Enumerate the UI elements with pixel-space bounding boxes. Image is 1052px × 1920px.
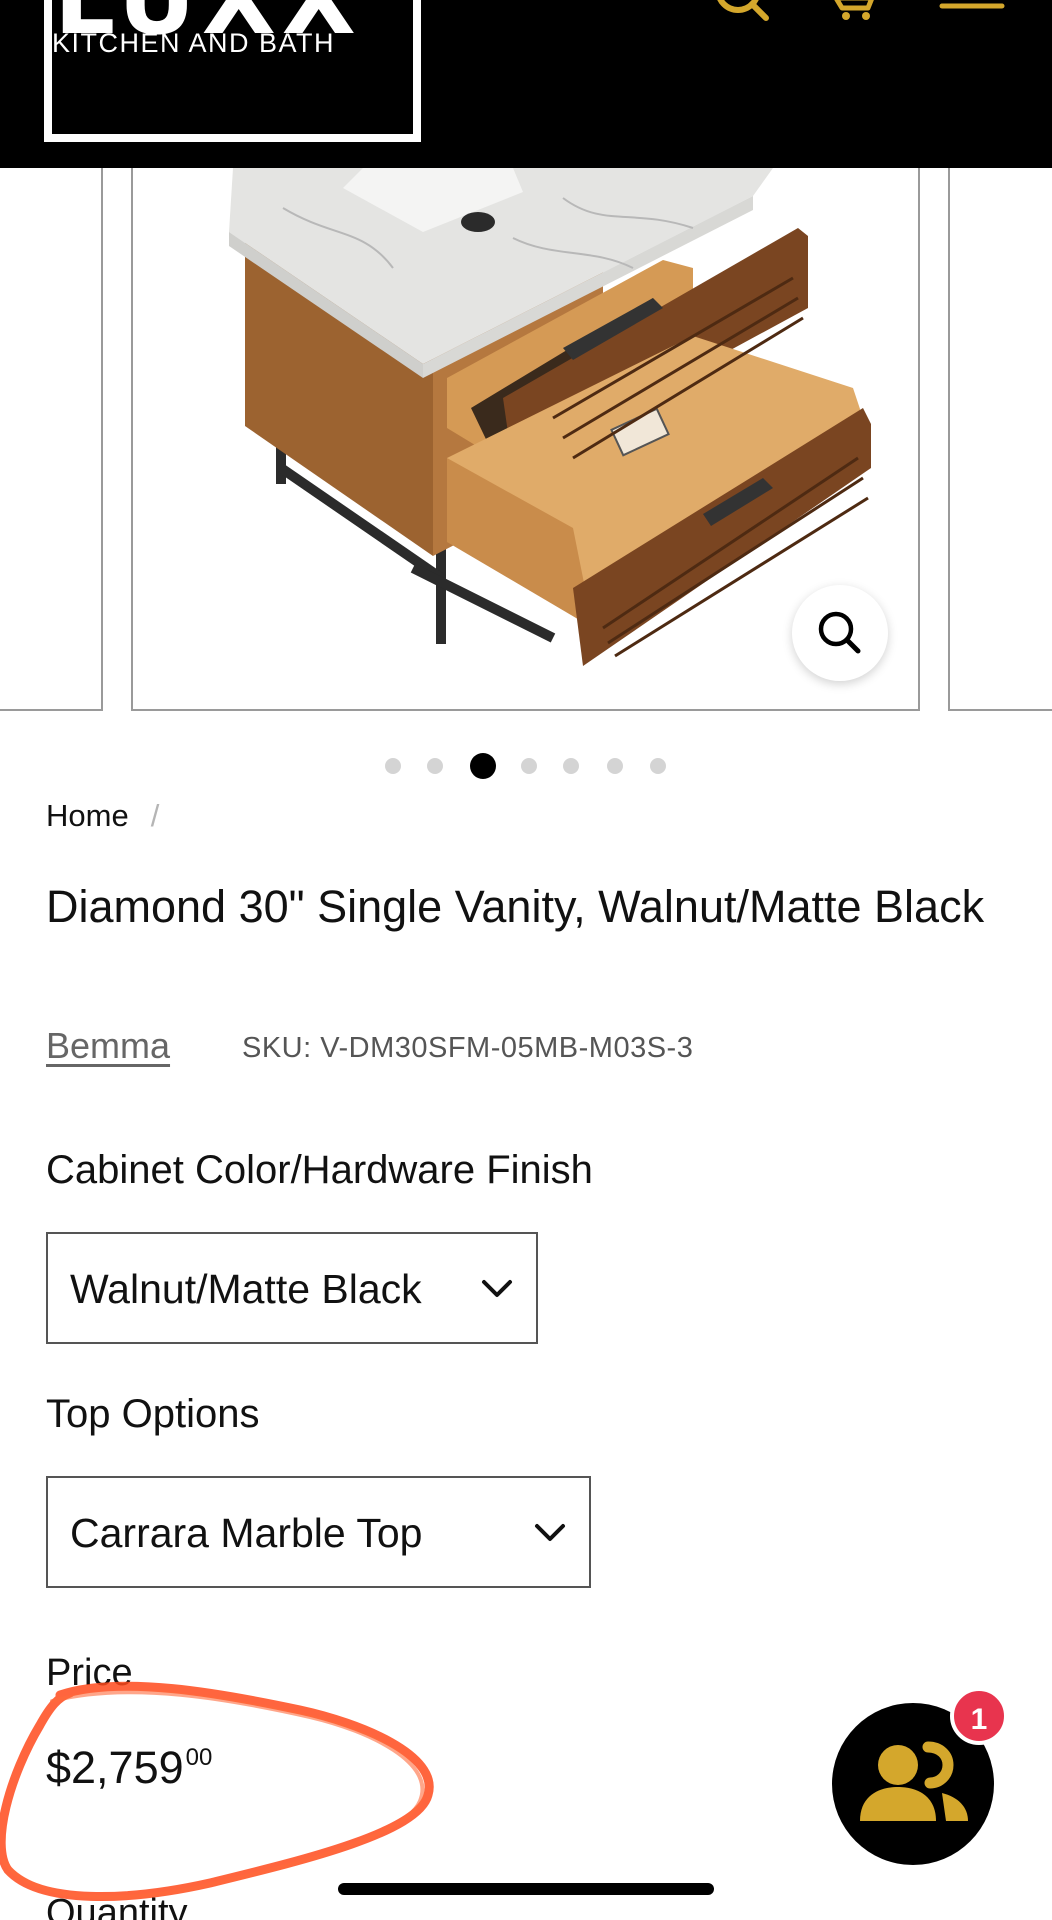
product-price: $2,75900 (46, 1742, 212, 1794)
gallery-dot[interactable] (607, 758, 623, 774)
price-cents: 00 (185, 1744, 213, 1771)
breadcrumb: Home / (46, 798, 159, 834)
chevron-down-icon (535, 1524, 565, 1541)
search-icon[interactable] (708, 0, 778, 24)
gallery-next-slide[interactable] (948, 168, 1052, 711)
price-label: Price (46, 1652, 133, 1694)
gallery-dot[interactable] (427, 758, 443, 774)
cabinet-option-label: Cabinet Color/Hardware Finish (46, 1148, 593, 1192)
gallery-dot[interactable] (650, 758, 666, 774)
product-title: Diamond 30" Single Vanity, Walnut/Matte … (46, 881, 985, 932)
gallery-dot-active[interactable] (470, 753, 496, 779)
cabinet-option-select[interactable]: Walnut/Matte Black (46, 1232, 538, 1344)
gallery-pagination (0, 752, 1052, 779)
top-option-value: Carrara Marble Top (70, 1510, 423, 1556)
price-main: $2,759 (46, 1742, 184, 1793)
breadcrumb-separator: / (150, 798, 160, 833)
gallery-dot[interactable] (385, 758, 401, 774)
product-sku: SKU: V-DM30SFM-05MB-M03S-3 (242, 1032, 694, 1064)
chat-notification-badge: 1 (950, 1687, 1008, 1745)
store-logo[interactable]: LUXX KITCHEN AND BATH (44, 0, 421, 142)
top-option-select[interactable]: Carrara Marble Top (46, 1476, 591, 1588)
home-indicator[interactable] (338, 1883, 714, 1895)
breadcrumb-home-link[interactable]: Home (46, 798, 129, 833)
chevron-down-icon (482, 1280, 512, 1297)
site-header: LUXX KITCHEN AND BATH (0, 0, 1052, 168)
magnifier-icon (818, 611, 861, 654)
gallery-prev-slide[interactable] (0, 168, 103, 711)
vendor-link[interactable]: Bemma (46, 1025, 170, 1067)
logo-subtitle: KITCHEN AND BATH (52, 28, 336, 58)
quantity-label: Quantity (46, 1892, 188, 1920)
gallery-dot[interactable] (563, 758, 579, 774)
cabinet-option-value: Walnut/Matte Black (70, 1266, 422, 1312)
cart-icon[interactable] (832, 0, 884, 24)
gallery-dot[interactable] (521, 758, 537, 774)
zoom-button[interactable] (792, 585, 888, 681)
menu-icon[interactable] (938, 0, 1006, 24)
top-option-label: Top Options (46, 1392, 260, 1436)
